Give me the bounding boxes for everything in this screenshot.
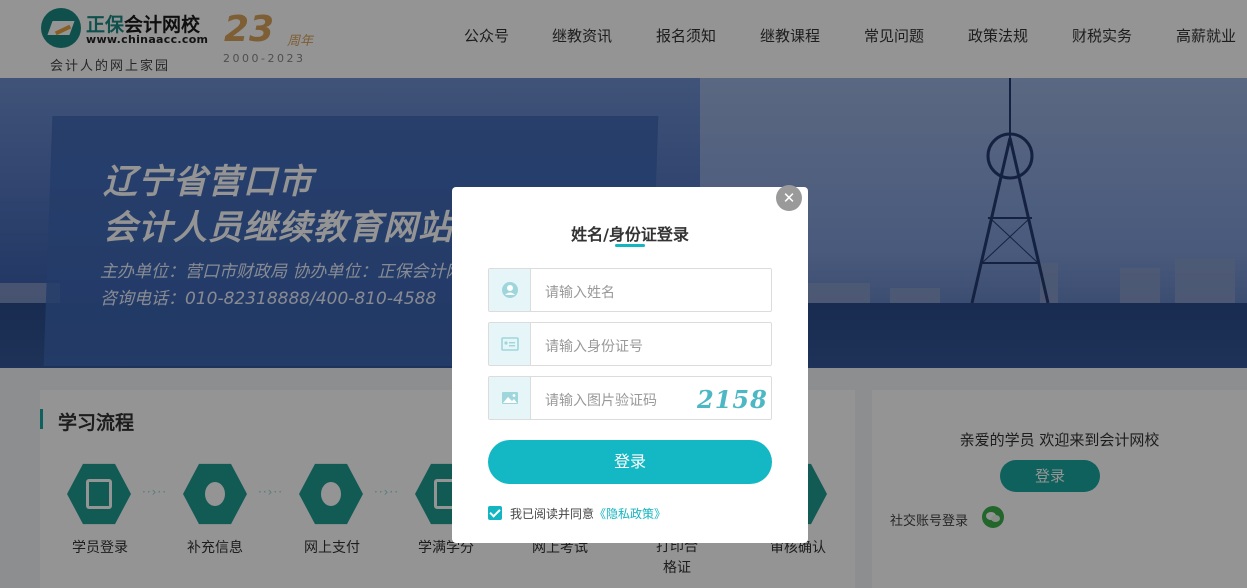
- id-number-placeholder: 请输入身份证号: [545, 339, 643, 355]
- name-placeholder: 请输入姓名: [545, 285, 615, 301]
- agree-text: 我已阅读并同意《隐私政策》: [510, 507, 667, 521]
- image-icon: [502, 392, 518, 404]
- privacy-policy-link[interactable]: 《隐私政策》: [594, 507, 666, 521]
- id-card-icon: [501, 337, 519, 351]
- modal-title: 姓名/身份证登录: [571, 225, 689, 244]
- id-card-icon-box: [489, 323, 531, 365]
- captcha-placeholder: 请输入图片验证码: [545, 393, 657, 409]
- agree-checkbox-checked-icon[interactable]: [488, 506, 502, 520]
- login-button[interactable]: 登录: [488, 440, 772, 484]
- user-icon: [502, 282, 518, 298]
- id-number-input[interactable]: 请输入身份证号: [488, 322, 772, 366]
- captcha-input[interactable]: 请输入图片验证码 2158: [488, 376, 772, 420]
- close-icon[interactable]: ✕: [776, 185, 802, 211]
- image-icon-box: [489, 377, 531, 419]
- user-icon-box: [489, 269, 531, 311]
- login-modal: 姓名/身份证登录 请输入姓名 请输入身份证号 请输入图片验证码 2158 登录 …: [452, 187, 808, 543]
- name-input[interactable]: 请输入姓名: [488, 268, 772, 312]
- modal-title-underline: [615, 244, 645, 247]
- captcha-image[interactable]: 2158: [697, 385, 768, 414]
